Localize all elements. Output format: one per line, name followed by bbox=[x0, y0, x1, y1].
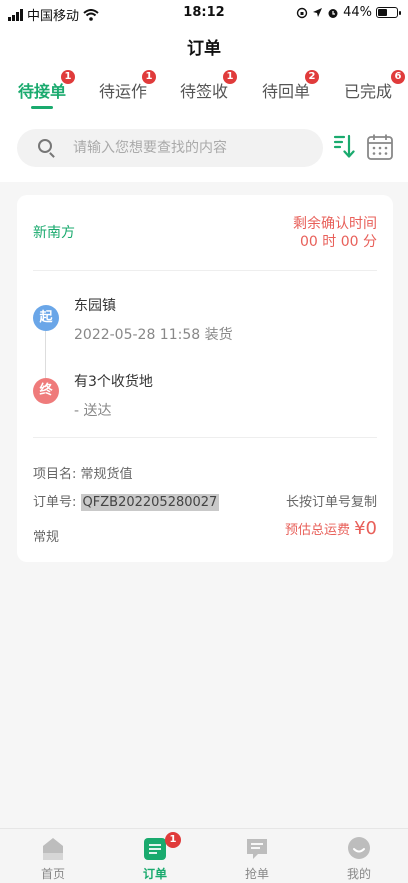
orders-icon bbox=[144, 838, 166, 860]
tab-pending-receipt[interactable]: 待回单 2 bbox=[250, 70, 322, 102]
tab-pending-accept[interactable]: 待接单 1 bbox=[6, 70, 78, 102]
order-tabs: 待接单 1 待运作 1 待签收 1 待回单 2 已完成 6 bbox=[0, 70, 408, 114]
nav-grab-order[interactable]: 抢单 bbox=[217, 829, 297, 883]
nav-label: 抢单 bbox=[244, 867, 269, 881]
tab-pending-sign[interactable]: 待签收 1 bbox=[168, 70, 240, 102]
nav-profile[interactable]: 我的 bbox=[319, 829, 399, 883]
rotation-lock-icon bbox=[296, 7, 308, 18]
active-tab-indicator bbox=[31, 106, 53, 109]
tab-badge: 1 bbox=[223, 70, 237, 84]
nav-label: 首页 bbox=[40, 867, 65, 881]
location-icon bbox=[313, 8, 323, 17]
route-line bbox=[45, 331, 46, 378]
order-card[interactable]: 新南方 剩余确认时间 00 时 00 分 起 东园镇 2022-05-28 11… bbox=[17, 195, 393, 562]
project-value: 常规货值 bbox=[80, 467, 133, 482]
tab-label: 待运作 bbox=[98, 82, 147, 101]
project-label: 项目名: bbox=[33, 467, 77, 482]
end-desc: - 送达 bbox=[74, 403, 112, 419]
home-icon bbox=[43, 838, 63, 860]
tab-pending-operate[interactable]: 待运作 1 bbox=[87, 70, 159, 102]
project-row: 项目名: 常规货值 bbox=[33, 463, 133, 482]
start-place: 东园镇 bbox=[74, 298, 116, 314]
nav-badge: 1 bbox=[165, 832, 181, 848]
alarm-icon bbox=[328, 8, 338, 18]
search-input[interactable] bbox=[73, 129, 313, 167]
battery-icon bbox=[376, 7, 401, 18]
nav-label: 我的 bbox=[346, 867, 371, 881]
calendar-icon[interactable] bbox=[366, 133, 394, 161]
bottom-nav: 首页 1 订单 抢单 我的 bbox=[0, 828, 408, 883]
remaining-time-label: 剩余确认时间 bbox=[293, 216, 377, 232]
tab-badge: 1 bbox=[61, 70, 75, 84]
estimated-fee: 预估总运费 ¥0 bbox=[285, 518, 377, 539]
smiley-icon bbox=[348, 837, 370, 859]
fee-label: 预估总运费 bbox=[284, 523, 350, 538]
search-bar[interactable] bbox=[17, 129, 323, 167]
start-time: 2022-05-28 11:58 装货 bbox=[74, 327, 233, 343]
fee-amount: ¥0 bbox=[354, 518, 377, 539]
status-bar: 中国移动 18:12 44% bbox=[0, 0, 408, 28]
chat-icon bbox=[247, 839, 267, 859]
company-name: 新南方 bbox=[33, 225, 75, 241]
end-marker: 终 bbox=[33, 378, 59, 404]
tab-completed[interactable]: 已完成 6 bbox=[332, 70, 405, 102]
sort-icon[interactable] bbox=[333, 134, 355, 160]
order-type: 常规 bbox=[33, 530, 60, 545]
tab-label: 待回单 bbox=[261, 82, 310, 101]
tab-badge: 2 bbox=[305, 70, 319, 84]
remaining-time-value: 00 时 00 分 bbox=[300, 234, 377, 250]
battery-label: 44% bbox=[343, 5, 372, 20]
divider bbox=[33, 270, 377, 271]
tab-badge: 6 bbox=[391, 70, 405, 84]
nav-label: 订单 bbox=[142, 867, 167, 881]
copy-hint: 长按订单号复制 bbox=[285, 495, 377, 510]
divider bbox=[33, 437, 377, 438]
tab-label: 待接单 bbox=[17, 82, 66, 101]
start-marker: 起 bbox=[33, 305, 59, 331]
remaining-time: 剩余确认时间 00 时 00 分 bbox=[293, 215, 377, 251]
nav-home[interactable]: 首页 bbox=[13, 829, 93, 883]
order-number[interactable]: QFZB202205280027 bbox=[80, 494, 220, 511]
order-number-label: 订单号: bbox=[33, 495, 77, 510]
end-place: 有3个收货地 bbox=[74, 374, 153, 390]
top-area: 中国移动 18:12 44% 订单 待接单 1 待运作 1 待签收 1 待回单 … bbox=[0, 0, 408, 182]
search-icon bbox=[38, 139, 52, 153]
order-number-row: 订单号: QFZB202205280027 bbox=[33, 491, 220, 511]
page-title: 订单 bbox=[187, 39, 221, 59]
tab-badge: 1 bbox=[142, 70, 156, 84]
tab-label: 已完成 bbox=[343, 82, 392, 101]
tab-label: 待签收 bbox=[179, 82, 228, 101]
nav-orders[interactable]: 1 订单 bbox=[115, 829, 195, 883]
